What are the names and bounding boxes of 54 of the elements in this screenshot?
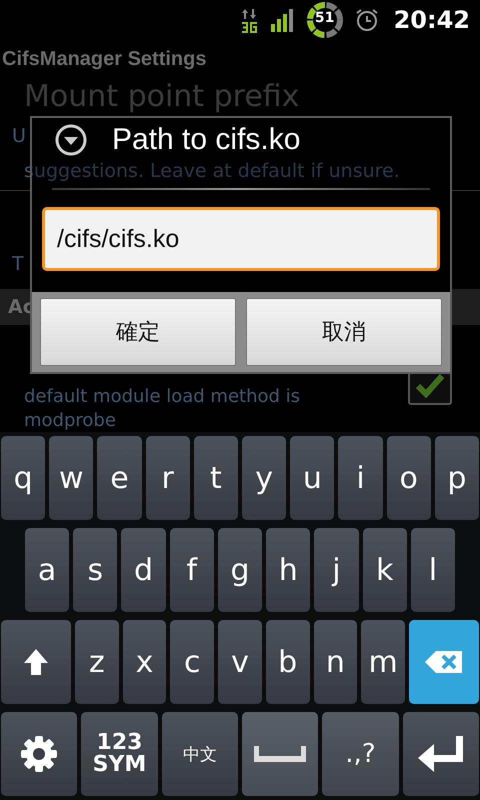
clock: 20:42 — [394, 6, 470, 34]
key[interactable]: m — [361, 620, 405, 704]
preference-summary: default module load method is modprobe — [24, 385, 302, 433]
key[interactable]: d — [121, 528, 166, 612]
delete-key[interactable] — [408, 620, 479, 704]
preference-summary: U — [12, 124, 26, 148]
dialog-title: Path to cifs.ko — [112, 122, 300, 158]
key[interactable]: a — [25, 528, 70, 612]
key[interactable]: .,? — [322, 712, 399, 796]
key[interactable]: k — [362, 528, 407, 612]
space-key[interactable] — [242, 712, 318, 796]
key[interactable]: 123 SYM — [81, 712, 158, 796]
settings-key[interactable] — [1, 712, 78, 796]
key[interactable]: g — [218, 528, 262, 612]
settings-icon — [19, 734, 60, 774]
dialog-button[interactable]: 確定 — [40, 298, 236, 366]
data-3g-icon — [240, 7, 260, 33]
dialog-button[interactable]: 取消 — [246, 298, 442, 366]
alarm-icon — [354, 7, 380, 33]
shift-icon — [22, 647, 50, 677]
shift-key[interactable] — [1, 620, 71, 704]
key[interactable]: b — [266, 620, 310, 704]
key[interactable]: i — [338, 436, 383, 520]
key[interactable]: p — [434, 436, 480, 520]
text-field[interactable]: /cifs/cifs.ko — [42, 207, 440, 271]
key[interactable]: e — [97, 436, 142, 520]
key[interactable]: c — [170, 620, 214, 704]
enter-icon — [416, 734, 466, 774]
key[interactable]: x — [122, 620, 166, 704]
key[interactable]: j — [314, 528, 359, 612]
key[interactable]: q — [1, 436, 46, 520]
space-icon — [252, 746, 308, 762]
preference-title: Mount point prefix — [24, 80, 300, 114]
key[interactable]: v — [218, 620, 262, 704]
preference-summary: T — [12, 253, 24, 275]
key[interactable]: o — [386, 436, 431, 520]
key[interactable]: t — [194, 436, 238, 520]
app-title: CifsManager Settings — [2, 48, 206, 70]
key[interactable]: 中文 — [162, 712, 238, 796]
dropdown-icon — [54, 123, 88, 157]
key[interactable]: u — [290, 436, 334, 520]
key[interactable]: w — [49, 436, 94, 520]
key[interactable]: f — [170, 528, 214, 612]
key[interactable]: z — [74, 620, 119, 704]
key[interactable]: n — [314, 620, 358, 704]
battery-level: 51 — [314, 10, 336, 26]
key[interactable]: r — [146, 436, 190, 520]
enter-key[interactable] — [402, 712, 479, 796]
key[interactable]: l — [410, 528, 455, 612]
key[interactable]: y — [242, 436, 286, 520]
key[interactable]: h — [266, 528, 310, 612]
key[interactable]: s — [73, 528, 118, 612]
backspace-icon — [424, 649, 464, 675]
signal-icon — [270, 7, 296, 33]
